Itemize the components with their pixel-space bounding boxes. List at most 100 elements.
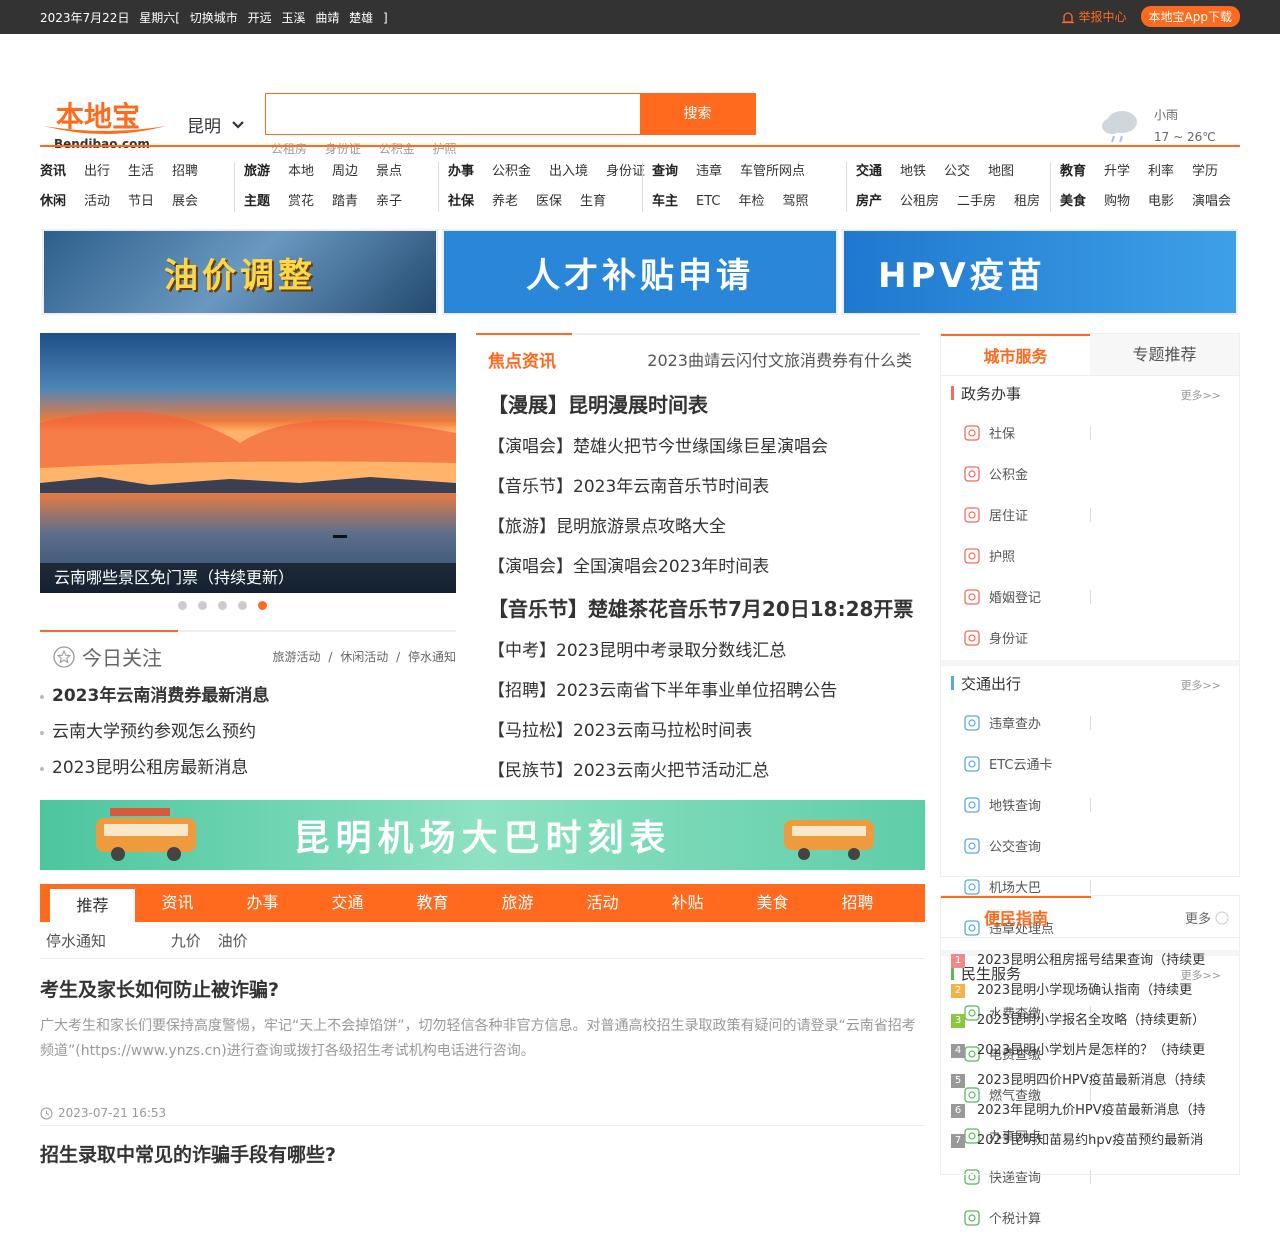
nav-link[interactable]: 生育 bbox=[580, 187, 606, 217]
service-item[interactable]: 公交查询 bbox=[951, 825, 1091, 866]
category-tab[interactable]: 资讯 bbox=[135, 884, 220, 922]
banner-oil-price[interactable]: 油价调整 bbox=[42, 229, 438, 315]
tag-link[interactable]: 旅游活动 bbox=[273, 650, 321, 664]
city-link-kaiyuan[interactable]: 开远 bbox=[248, 11, 272, 25]
news-headline[interactable]: 【中考】2023昆明中考录取分数线汇总 bbox=[476, 631, 920, 671]
nav-link[interactable]: 地图 bbox=[988, 157, 1014, 187]
news-headline[interactable]: 【演唱会】楚雄火把节今世缘国缘巨星演唱会 bbox=[476, 427, 920, 467]
service-item[interactable]: 地铁查询 bbox=[951, 784, 1091, 825]
nav-link[interactable]: 本地 bbox=[288, 157, 314, 187]
nav-link[interactable]: 利率 bbox=[1148, 157, 1174, 187]
news-ticker[interactable]: 2023曲靖云闪付文旅消费券有什么类 bbox=[647, 347, 912, 371]
subtag-link[interactable]: 停水通知 bbox=[46, 932, 106, 950]
service-item[interactable]: 违章查办 bbox=[951, 702, 1091, 743]
city-link-chuxiong[interactable]: 楚雄 bbox=[349, 11, 373, 25]
search-input[interactable] bbox=[266, 94, 640, 134]
nav-link[interactable]: 出入境 bbox=[549, 157, 588, 187]
guide-more-link[interactable]: 更多 bbox=[1185, 908, 1229, 927]
article-title[interactable]: 考生及家长如何防止被诈骗? bbox=[40, 975, 920, 1002]
today-item[interactable]: 2023昆明公租房最新消息 bbox=[40, 750, 456, 786]
report-center-link[interactable]: 举报中心 bbox=[1061, 8, 1127, 25]
airport-bus-ad-banner[interactable]: 昆明机场大巴时刻表 bbox=[40, 800, 925, 870]
nav-category-label[interactable]: 资讯 bbox=[40, 157, 66, 187]
nav-link[interactable]: 电影 bbox=[1148, 187, 1174, 217]
guide-item[interactable]: 5 2023昆明四价HPV疫苗最新消息（持续 bbox=[951, 1066, 1231, 1096]
site-logo[interactable]: 本地宝 Bendibao.com bbox=[40, 96, 170, 151]
service-item[interactable]: 婚姻登记 bbox=[951, 576, 1091, 617]
guide-item[interactable]: 4 2023昆明小学划片是怎样的？（持续更 bbox=[951, 1036, 1231, 1066]
guide-item[interactable]: 6 2023年昆明九价HPV疫苗最新消息（持 bbox=[951, 1096, 1231, 1126]
guide-item[interactable]: 1 2023昆明公租房摇号结果查询（持续更 bbox=[951, 946, 1231, 976]
slider-dot[interactable] bbox=[178, 601, 187, 610]
banner-talent-subsidy[interactable]: 人才补贴申请 bbox=[442, 229, 838, 315]
news-headline[interactable]: 【音乐节】2023年云南音乐节时间表 bbox=[476, 467, 920, 507]
nav-link[interactable]: 赏花 bbox=[288, 187, 314, 217]
nav-link[interactable]: 年检 bbox=[739, 187, 765, 217]
banner-hpv-vaccine[interactable]: HPV疫苗 bbox=[842, 229, 1238, 315]
image-slider[interactable]: 云南哪些景区免门票（持续更新） bbox=[40, 333, 456, 593]
nav-category-label[interactable]: 美食 bbox=[1060, 187, 1086, 217]
service-item[interactable]: 护照 bbox=[951, 535, 1091, 576]
city-link-yuxi[interactable]: 玉溪 bbox=[281, 11, 305, 25]
today-item[interactable]: 云南大学预约参观怎么预约 bbox=[40, 714, 456, 750]
subtag-link[interactable]: 九价 bbox=[171, 932, 201, 950]
nav-category-label[interactable]: 旅游 bbox=[244, 157, 270, 187]
nav-link[interactable]: 公积金 bbox=[492, 157, 531, 187]
service-item[interactable]: 公积金 bbox=[951, 453, 1091, 494]
nav-category-label[interactable]: 查询 bbox=[652, 157, 678, 187]
category-tab[interactable]: 补贴 bbox=[645, 884, 730, 922]
service-item[interactable]: ETC云通卡 bbox=[951, 743, 1091, 784]
news-headline[interactable]: 【演唱会】全国演唱会2023年时间表 bbox=[476, 547, 920, 587]
nav-link[interactable]: 活动 bbox=[84, 187, 110, 217]
service-item[interactable]: 社保 bbox=[951, 412, 1091, 453]
nav-link[interactable]: 出行 bbox=[84, 157, 110, 187]
nav-link[interactable]: 景点 bbox=[376, 157, 402, 187]
category-tab[interactable]: 办事 bbox=[220, 884, 305, 922]
nav-category-label[interactable]: 房产 bbox=[856, 187, 882, 217]
tab-topic-recommend[interactable]: 专题推荐 bbox=[1090, 334, 1239, 375]
news-headline[interactable]: 【漫展】昆明漫展时间表 bbox=[476, 383, 920, 427]
guide-item[interactable]: 7 2023昆明知苗易约hpv疫苗预约最新消 bbox=[951, 1126, 1231, 1156]
nav-category-label[interactable]: 办事 bbox=[448, 157, 474, 187]
nav-link[interactable]: 身份证 bbox=[606, 157, 645, 187]
search-button[interactable]: 搜索 bbox=[640, 94, 755, 134]
city-link-qujing[interactable]: 曲靖 bbox=[315, 11, 339, 25]
article-title[interactable]: 招生录取中常见的诈骗手段有哪些? bbox=[40, 1140, 920, 1167]
news-headline[interactable]: 【马拉松】2023云南马拉松时间表 bbox=[476, 711, 920, 751]
guide-item[interactable]: 3 2023昆明小学报名全攻略（持续更新） bbox=[951, 1006, 1231, 1036]
switch-city-link[interactable]: 切换城市 bbox=[190, 11, 238, 25]
nav-link[interactable]: 地铁 bbox=[900, 157, 926, 187]
service-item[interactable]: 个税计算 bbox=[951, 1197, 1091, 1238]
nav-category-label[interactable]: 教育 bbox=[1060, 157, 1086, 187]
app-download-button[interactable]: 本地宝App下载 bbox=[1140, 6, 1240, 27]
nav-link[interactable]: 驾照 bbox=[783, 187, 809, 217]
nav-link[interactable]: 车管所网点 bbox=[740, 157, 805, 187]
nav-link[interactable]: 学历 bbox=[1192, 157, 1218, 187]
slider-dot-active[interactable] bbox=[258, 601, 267, 610]
nav-link[interactable]: 购物 bbox=[1104, 187, 1130, 217]
nav-link[interactable]: 生活 bbox=[128, 157, 154, 187]
tag-link[interactable]: 休闲活动 bbox=[340, 650, 388, 664]
city-selector[interactable]: 昆明 bbox=[187, 112, 245, 137]
category-tab[interactable]: 美食 bbox=[730, 884, 815, 922]
subtag-link[interactable]: 油价 bbox=[218, 932, 248, 950]
nav-link[interactable]: 亲子 bbox=[376, 187, 402, 217]
service-item[interactable]: 居住证 bbox=[951, 494, 1091, 535]
news-headline[interactable]: 【招聘】2023云南省下半年事业单位招聘公告 bbox=[476, 671, 920, 711]
nav-link[interactable]: 养老 bbox=[492, 187, 518, 217]
news-headline[interactable]: 【旅游】昆明旅游景点攻略大全 bbox=[476, 507, 920, 547]
nav-link[interactable]: 周边 bbox=[332, 157, 358, 187]
today-item[interactable]: 2023年云南消费券最新消息 bbox=[40, 678, 456, 714]
nav-category-label[interactable]: 社保 bbox=[448, 187, 474, 217]
section-more-link[interactable]: 更多>> bbox=[1181, 677, 1221, 693]
slider-dot[interactable] bbox=[218, 601, 227, 610]
service-item[interactable]: 身份证 bbox=[951, 617, 1091, 658]
nav-link[interactable]: 公租房 bbox=[900, 187, 939, 217]
category-tab[interactable]: 交通 bbox=[305, 884, 390, 922]
nav-link[interactable]: 违章 bbox=[696, 157, 722, 187]
slider-dot[interactable] bbox=[238, 601, 247, 610]
nav-category-label[interactable]: 主题 bbox=[244, 187, 270, 217]
tab-city-services[interactable]: 城市服务 bbox=[941, 334, 1090, 375]
nav-link[interactable]: 节日 bbox=[128, 187, 154, 217]
nav-link[interactable]: 展会 bbox=[172, 187, 198, 217]
